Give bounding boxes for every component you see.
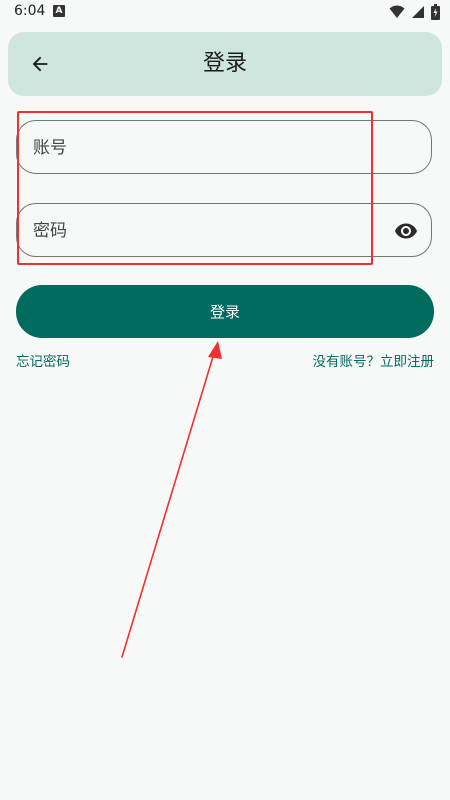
forgot-password-link[interactable]: 忘记密码	[16, 350, 70, 370]
wifi-icon	[389, 5, 405, 18]
page-title: 登录	[202, 51, 247, 76]
toggle-visibility-button[interactable]	[391, 216, 421, 246]
eye-icon	[395, 223, 417, 239]
status-bar: 6:04 A	[0, 0, 450, 24]
battery-icon	[431, 4, 440, 20]
password-field[interactable]	[16, 203, 432, 258]
app-bar: 登录	[8, 32, 442, 96]
password-input[interactable]	[31, 204, 395, 258]
status-icons	[389, 3, 440, 21]
account-input[interactable]	[31, 121, 395, 175]
login-button[interactable]: 登录	[16, 285, 434, 338]
register-link[interactable]: 没有账号？立即注册	[313, 350, 435, 370]
status-time: 6:04	[14, 3, 46, 19]
cellular-signal-icon	[412, 6, 424, 18]
account-field[interactable]	[16, 120, 432, 175]
notification-a-icon: A	[53, 5, 65, 17]
